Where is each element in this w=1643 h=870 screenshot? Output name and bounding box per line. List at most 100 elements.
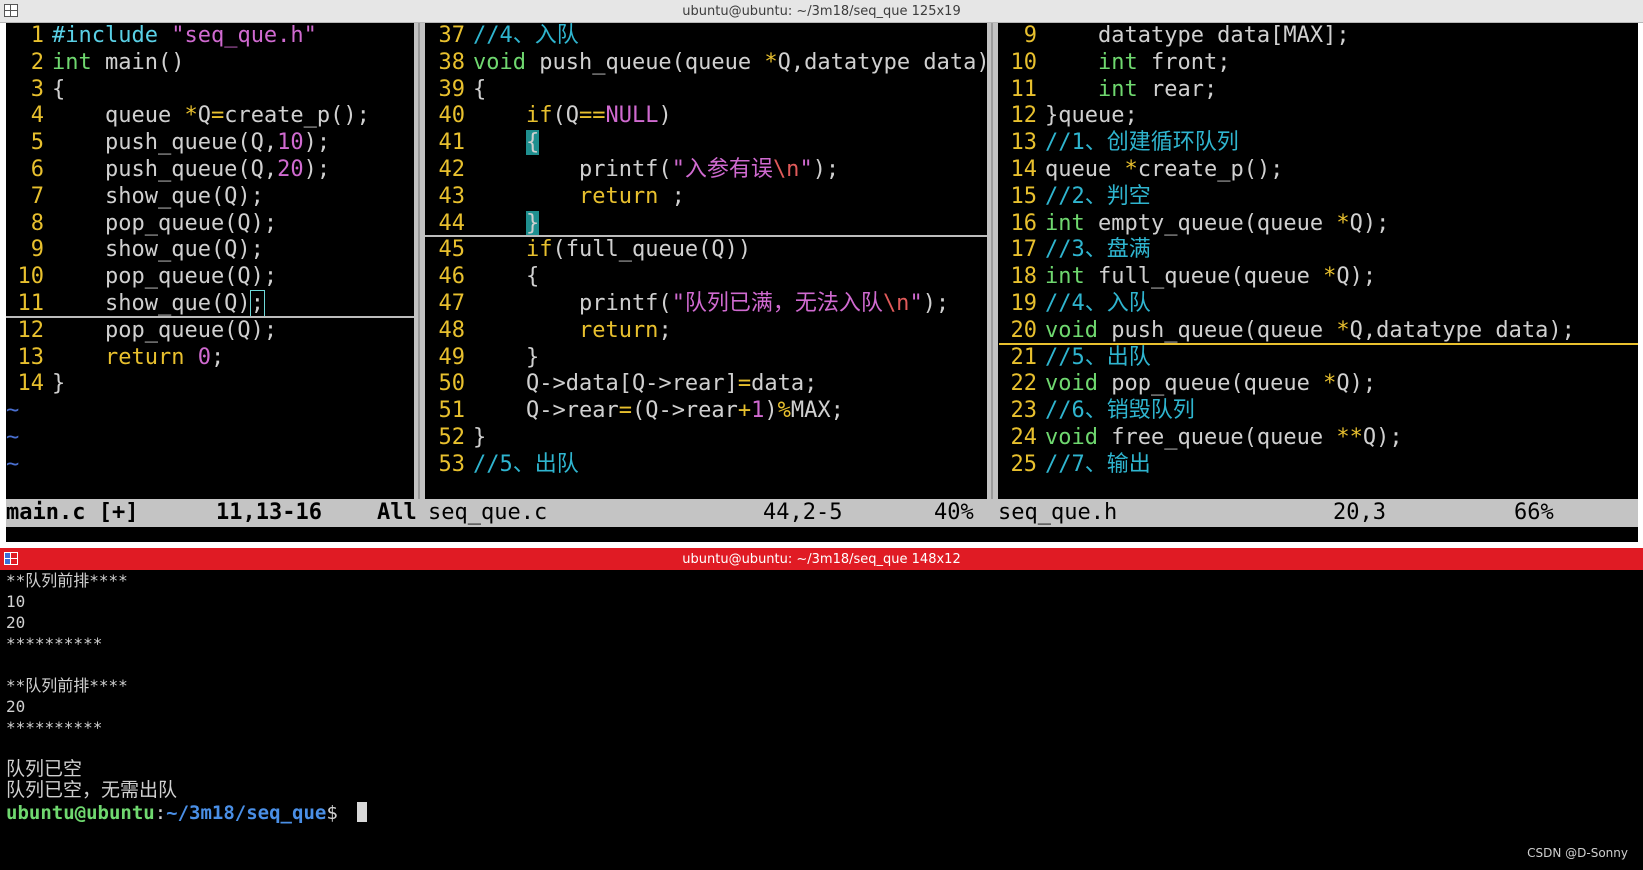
vim-pane-seq-que-h[interactable]: 9 datatype data[MAX]; 10 int front; 11 int… [999,23,1638,499]
code-line[interactable]: 44 } [425,210,987,238]
bottom-terminal-window[interactable]: ubuntu@ubuntu: ~/3m18/seq_que 148x12 **队… [0,548,1643,870]
code-line[interactable]: 5 push_queue(Q,10); [6,130,414,157]
code-token: push_queue(queue [525,49,765,75]
program-output: **队列前排**** 10 20 ********** **队列前排**** 20 ****… [6,570,1638,801]
code-line[interactable]: 25 //7、输出 [999,452,1638,479]
code-token: if [473,237,553,263]
code-text: pop_queue(Q); [52,211,277,236]
code-line[interactable]: 42 printf("入参有误\n"); [425,157,987,184]
code-line[interactable]: 17 //3、盘满 [999,237,1638,264]
line-number: 13 [17,344,45,370]
code-line[interactable]: 14} [6,371,414,398]
prompt-user: ubuntu@ubuntu [6,802,155,824]
code-text: printf("队列已满，无法入队\n"); [473,291,949,316]
code-token: { [52,76,66,102]
code-line[interactable]: 19 //4、入队 [999,291,1638,318]
code-line[interactable]: 9 datatype data[MAX]; [999,23,1638,50]
vertical-split-divider[interactable] [987,23,998,499]
shell-prompt[interactable]: ubuntu@ubuntu:~/3m18/seq_que$ [6,801,1638,825]
code-line[interactable]: 11 show_que(Q); [6,289,414,318]
output-line: **队列前排**** [6,676,128,695]
code-line[interactable]: 1 #include "seq_que.h" [6,23,414,50]
code-line[interactable]: 13 //1、创建循环队列 [999,130,1638,157]
code-line[interactable]: 13 return 0; [6,345,414,372]
code-token: { [473,264,540,290]
code-line[interactable]: 50 Q->data[Q->rear]=data; [425,371,987,398]
code-line[interactable]: 45 if(full_queue(Q)) [425,237,987,264]
code-line[interactable]: 22 void pop_queue(queue *Q); [999,371,1638,398]
code-text: int empty_queue(queue *Q); [1045,211,1389,236]
code-token: NULL [605,103,659,129]
line-number: 2 [30,49,44,75]
code-line[interactable]: 20 void push_queue(queue *Q,datatype data… [999,318,1638,345]
code-line[interactable]: 12 pop_queue(Q); [6,318,414,345]
code-line[interactable]: 39 { [425,77,987,104]
code-line[interactable]: 24 void free_queue(queue **Q); [999,425,1638,452]
vim-pane-main-c[interactable]: 1 #include "seq_que.h" 2 int main() 3{4 queu… [6,23,414,499]
vertical-split-divider[interactable] [414,23,425,499]
code-token: " [799,156,813,182]
vim-editor-area[interactable]: 1 #include "seq_que.h" 2 int main() 3{4 queu… [6,23,1638,542]
line-number: 41 [438,130,466,156]
code-line[interactable]: 15 //2、判空 [999,184,1638,211]
code-token: pop_queue(Q); [52,210,278,236]
code-text: return 0; [52,345,224,370]
code-line[interactable]: 11 int rear; [999,77,1638,104]
code-line[interactable]: 10 int front; [999,50,1638,77]
code-line[interactable]: 51 Q->rear=(Q->rear+1)%MAX; [425,398,987,425]
bottom-window-titlebar[interactable]: ubuntu@ubuntu: ~/3m18/seq_que 148x12 [0,548,1643,570]
code-line[interactable]: 8 pop_queue(Q); [6,211,414,238]
code-line[interactable]: 53 //5、出队 [425,452,987,479]
code-line[interactable]: 43 return ; [425,184,987,211]
shell-output-area[interactable]: **队列前排**** 10 20 ********** **队列前排**** 20 ****… [6,570,1638,870]
code-token: * [1336,210,1350,236]
code-line[interactable]: 18 int full_queue(queue *Q); [999,264,1638,291]
line-number: 14 [1010,156,1038,182]
code-line[interactable]: 4 queue *Q=create_p(); [6,103,414,130]
code-token: (Q [552,103,579,129]
code-text: Q->rear=(Q->rear+1)%MAX; [473,398,844,423]
code-token: ** [1336,424,1363,450]
code-line[interactable]: 40 if(Q==NULL) [425,103,987,130]
code-line[interactable]: 16 int empty_queue(queue *Q); [999,211,1638,238]
code-line[interactable]: 9 show_que(Q); [6,237,414,264]
code-line[interactable]: 41 { [425,130,987,157]
code-line[interactable]: 12}queue; [999,103,1638,130]
code-line[interactable]: 49 } [425,345,987,372]
code-line[interactable]: 52} [425,425,987,452]
top-terminal-window[interactable]: ubuntu@ubuntu: ~/3m18/seq_que 125x19 1 #i… [0,0,1643,545]
code-line[interactable]: 47 printf("队列已满，无法入队\n"); [425,291,987,318]
code-line[interactable]: 3{ [6,77,414,104]
code-line[interactable]: 14 queue *create_p(); [999,157,1638,184]
code-line[interactable]: 2 int main() [6,50,414,77]
prompt-separator: : [154,802,167,824]
vim-pane-seq-que-c[interactable]: 37 //4、入队 38 void push_queue(queue *Q,datat… [425,23,987,499]
code-line[interactable]: 21 //5、出队 [999,345,1638,372]
code-line[interactable]: 38 void push_queue(queue *Q,datatype data… [425,49,988,77]
code-line[interactable]: 7 show_que(Q); [6,184,414,211]
code-line[interactable]: 10 pop_queue(Q); [6,264,414,291]
code-token: ) [764,398,778,424]
code-text: { [473,77,486,102]
output-line: 20 [6,697,26,716]
code-token: ; [658,183,685,209]
code-token: void [1045,317,1098,343]
code-token: datatype data[MAX]; [1045,23,1350,48]
code-token: { [473,76,487,102]
line-number: 14 [17,371,45,397]
status-position: 20,3 [1333,500,1386,525]
line-number: 3 [30,76,44,102]
line-number: 11 [17,290,45,316]
top-window-titlebar[interactable]: ubuntu@ubuntu: ~/3m18/seq_que 125x19 [0,0,1643,23]
code-line[interactable]: 48 return; [425,318,987,345]
code-token: "入参有误 [671,156,773,182]
code-line[interactable]: 6 push_queue(Q,20); [6,157,414,184]
code-token: int [52,49,92,75]
code-line[interactable]: 37 //4、入队 [425,23,987,50]
code-text: show_que(Q); [52,289,265,317]
code-line[interactable]: 23 //6、销毁队列 [999,398,1638,425]
code-text: show_que(Q); [52,184,264,209]
code-token: if [473,103,553,129]
code-line[interactable]: 46 { [425,264,987,291]
